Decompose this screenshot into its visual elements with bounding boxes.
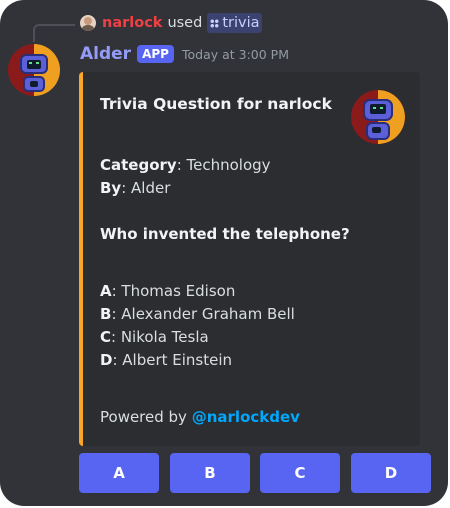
option-letter: B (100, 305, 112, 323)
category-value: : Technology (176, 156, 271, 174)
option-c: C: Nikola Tesla (100, 328, 209, 346)
question-text: Who invented the telephone? (100, 225, 350, 243)
reply-context[interactable]: narlock used trivia (80, 13, 263, 33)
command-name: trivia (222, 15, 260, 31)
footer-link[interactable]: @narlockdev (192, 408, 300, 426)
robot-head-icon (20, 54, 48, 74)
message-header: Alder APP Today at 3:00 PM (80, 42, 289, 66)
author-line: By: Alder (100, 179, 170, 197)
slash-command-icon (210, 18, 220, 28)
option-letter: D (100, 351, 113, 369)
option-a: A: Thomas Edison (100, 282, 235, 300)
bot-avatar[interactable] (8, 44, 60, 96)
answer-a-button[interactable]: A (79, 453, 159, 493)
option-text: : Alexander Graham Bell (111, 305, 295, 323)
category-line: Category: Technology (100, 156, 271, 174)
option-d: D: Albert Einstein (100, 351, 232, 369)
by-value: : Alder (121, 179, 171, 197)
embed-footer: Powered by @narlockdev (100, 408, 300, 426)
option-text: : Thomas Edison (111, 282, 236, 300)
reply-user-avatar-icon[interactable] (80, 15, 96, 31)
reply-connector (33, 24, 75, 42)
option-text: : Nikola Tesla (111, 328, 209, 346)
trivia-embed: Trivia Question for narlock Category: Te… (79, 72, 420, 446)
answer-d-button[interactable]: D (351, 453, 431, 493)
app-badge: APP (137, 45, 174, 63)
option-b: B: Alexander Graham Bell (100, 305, 295, 323)
by-label: By (100, 179, 122, 197)
command-mention[interactable]: trivia (207, 13, 263, 33)
option-letter: C (100, 328, 112, 346)
category-label: Category (100, 156, 177, 174)
option-letter: A (100, 282, 112, 300)
message-card: narlock used trivia Alder APP Today at 3… (0, 0, 448, 506)
answer-b-button[interactable]: B (170, 453, 250, 493)
robot-thumbnail-icon[interactable] (351, 90, 405, 144)
footer-prefix: Powered by (100, 408, 187, 426)
answer-c-button[interactable]: C (260, 453, 340, 493)
embed-title: Trivia Question for narlock (100, 95, 332, 113)
reply-username[interactable]: narlock (102, 15, 162, 31)
timestamp: Today at 3:00 PM (181, 46, 289, 62)
bot-name[interactable]: Alder (80, 44, 131, 64)
reply-used-text: used (167, 15, 203, 31)
option-text: : Albert Einstein (112, 351, 233, 369)
robot-body-icon (23, 76, 45, 92)
